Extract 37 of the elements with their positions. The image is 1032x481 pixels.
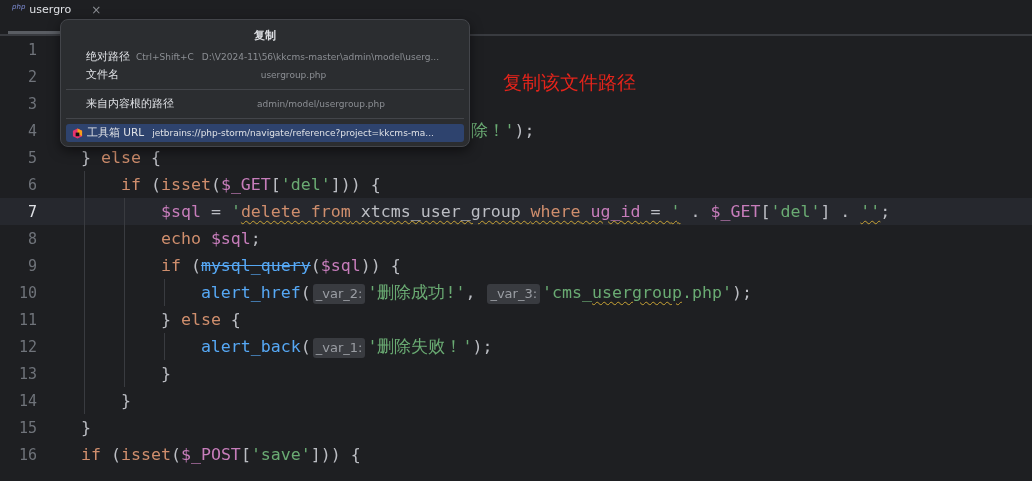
line-number: 1	[26, 40, 37, 59]
code-line: alert_href( _var_2: '删除成功!', _var_3: 'cms_usergroup.php');	[199, 281, 752, 304]
line-number: 8	[26, 229, 37, 248]
menu-item[interactable]: 来自内容根的路径 admin/model/usergroup.php	[66, 95, 464, 113]
menu-item[interactable]: 文件名 usergroup.php	[66, 66, 464, 84]
line-number: 16	[17, 445, 37, 464]
line-number: 13	[17, 364, 37, 383]
close-icon[interactable]: ×	[91, 3, 102, 17]
line-number: 2	[26, 67, 37, 86]
menu-item[interactable]: 工具箱 URL jetbrains://php-storm/navigate/reference?project=kkcms-ma...	[66, 124, 464, 142]
line-number: 10	[17, 283, 37, 302]
code-line: echo $sql;	[159, 229, 261, 248]
line-number: 5	[26, 148, 37, 167]
code-line: alert_back( _var_1: '删除失败！');	[199, 335, 493, 358]
code-line: if (isset($_POST['save'])) {	[81, 445, 361, 464]
popup-title: 复制	[253, 28, 277, 43]
menu-item[interactable]: 绝对路径 Ctrl+Shift+C D:\V2024-11\56\kkcms-master\admin\model\userg...	[66, 48, 464, 66]
code-line: }	[81, 418, 91, 437]
line-number: 4	[26, 121, 37, 140]
annotation-text: 复制该文件路径	[503, 70, 636, 95]
code-line: }	[159, 364, 171, 383]
line-number: 7	[26, 202, 37, 221]
code-line: } else {	[159, 310, 241, 329]
code-line: if (isset($_GET['del'])) {	[119, 175, 381, 194]
code-line: 除！');	[470, 119, 535, 142]
line-number: 14	[17, 391, 37, 410]
tab-label: usergro	[29, 3, 72, 16]
line-number: 9	[26, 256, 37, 275]
line-number: 11	[17, 310, 37, 329]
code-line: if (mysql_query($sql)) {	[159, 256, 401, 275]
line-number: 3	[26, 94, 37, 113]
code-line: } else {	[81, 148, 161, 167]
code-line: $sql = 'delete from xtcms_user_group where ug_id = ' . $_GET['del'] . '';	[159, 202, 891, 221]
line-number: 15	[17, 418, 37, 437]
line-number: 12	[17, 337, 37, 356]
line-number: 6	[26, 175, 37, 194]
code-line: }	[119, 391, 131, 410]
